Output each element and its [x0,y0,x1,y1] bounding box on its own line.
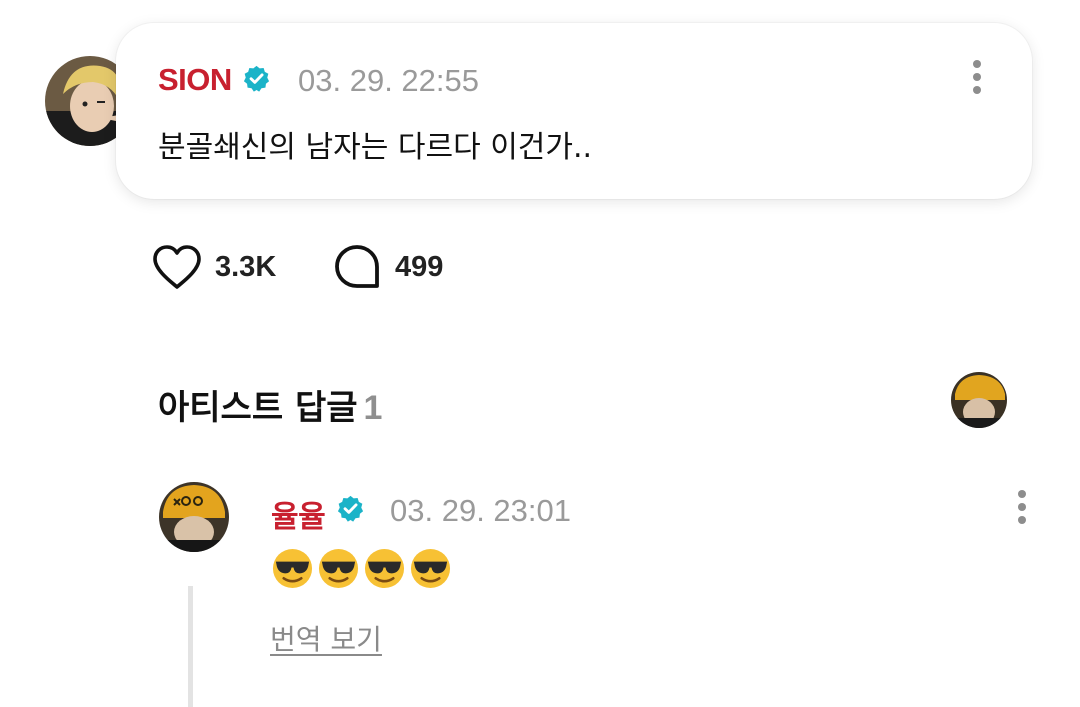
reply-more-options-icon[interactable] [1017,490,1027,526]
reply-emoji-content [271,547,452,590]
smiling-face-with-sunglasses-icon [318,548,359,589]
post-card [116,23,1032,199]
artist-replies-heading: 아티스트 답글 1 [158,380,382,429]
smiling-face-with-sunglasses-icon [272,548,313,589]
comment-button[interactable]: 499 [333,243,443,291]
artist-avatar[interactable] [951,372,1007,428]
heart-icon [153,245,201,289]
reply-author-name[interactable]: 율율 [271,492,326,536]
smiling-face-with-sunglasses-icon [364,548,405,589]
artist-replies-title: 아티스트 답글 [158,388,358,428]
comment-bubble-icon [335,245,379,288]
reply-timestamp: 03. 29. 23:01 [390,493,571,528]
like-count: 3.3K [215,250,277,283]
reply-thread-line [188,586,193,707]
post-more-options-icon[interactable] [972,60,982,96]
artist-replies-count: 1 [363,389,383,427]
post-author-name[interactable]: SION [158,62,232,98]
post-text: 분골쇄신의 남자는 다르다 이건가.. [158,130,593,165]
translate-link[interactable]: 번역 보기 [270,618,382,658]
smiling-face-with-sunglasses-icon [410,548,451,589]
reply-verified-badge-icon [337,495,364,522]
comment-count: 499 [395,250,444,283]
reply-author-avatar[interactable] [159,482,229,552]
post-timestamp: 03. 29. 22:55 [298,63,479,98]
like-button[interactable]: 3.3K [151,244,276,290]
verified-badge-icon [243,65,270,92]
